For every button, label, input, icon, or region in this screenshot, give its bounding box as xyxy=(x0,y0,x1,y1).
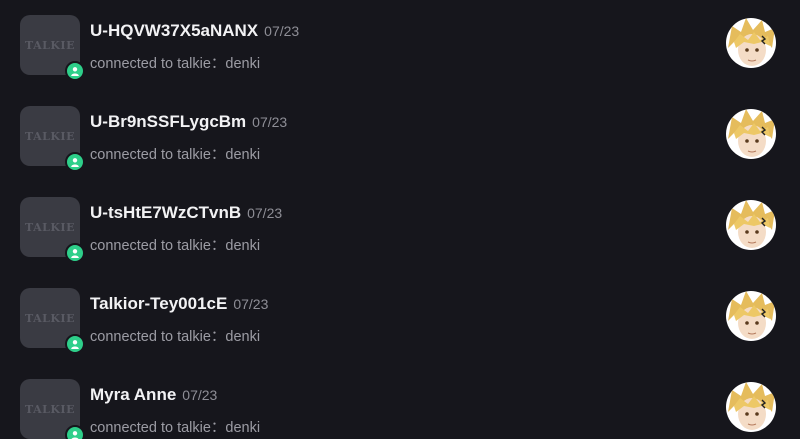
online-status-icon xyxy=(65,152,85,172)
contact-name: U-tsHtE7WzCTvnB xyxy=(90,203,242,222)
conversation-header: Myra Anne 07/23 xyxy=(90,385,217,405)
character-avatar[interactable] xyxy=(726,291,776,341)
message-date: 07/23 xyxy=(247,205,283,221)
conversation-row[interactable]: TALKIE U-Br9nSSFLygcBm 07/23 connected t… xyxy=(0,91,800,182)
talkie-logo-text: TALKIE xyxy=(25,402,75,416)
conversation-header: U-tsHtE7WzCTvnB 07/23 xyxy=(90,203,282,223)
message-date: 07/23 xyxy=(252,114,288,130)
last-message: connected to talkie：denki xyxy=(90,56,261,72)
conversation-row[interactable]: TALKIE U-tsHtE7WzCTvnB 07/23 connected t… xyxy=(0,182,800,273)
message-date: 07/23 xyxy=(182,387,218,403)
contact-name: U-Br9nSSFLygcBm xyxy=(90,112,247,131)
talkie-logo-text: TALKIE xyxy=(25,38,75,52)
talkie-logo-text: TALKIE xyxy=(25,311,75,325)
conversation-header: Talkior-Tey001cE 07/23 xyxy=(90,294,268,314)
conversation-row[interactable]: TALKIE U-HQVW37X5aNANX 07/23 connected t… xyxy=(0,0,800,91)
last-message: connected to talkie：denki xyxy=(90,420,261,436)
contact-name: Myra Anne xyxy=(90,385,177,404)
character-avatar[interactable] xyxy=(726,18,776,68)
conversation-header: U-HQVW37X5aNANX 07/23 xyxy=(90,21,299,41)
talkie-logo-text: TALKIE xyxy=(25,129,75,143)
character-avatar[interactable] xyxy=(726,109,776,159)
last-message: connected to talkie：denki xyxy=(90,329,261,345)
conversation-list: TALKIE U-HQVW37X5aNANX 07/23 connected t… xyxy=(0,0,800,439)
online-status-icon xyxy=(65,425,85,439)
conversation-row[interactable]: TALKIE Talkior-Tey001cE 07/23 connected … xyxy=(0,273,800,364)
character-avatar[interactable] xyxy=(726,200,776,250)
last-message: connected to talkie：denki xyxy=(90,147,261,163)
conversation-header: U-Br9nSSFLygcBm 07/23 xyxy=(90,112,287,132)
online-status-icon xyxy=(65,334,85,354)
character-avatar[interactable] xyxy=(726,382,776,432)
conversation-row[interactable]: TALKIE Myra Anne 07/23 connected to talk… xyxy=(0,364,800,439)
contact-name: Talkior-Tey001cE xyxy=(90,294,228,313)
online-status-icon xyxy=(65,243,85,263)
message-date: 07/23 xyxy=(233,296,269,312)
online-status-icon xyxy=(65,61,85,81)
talkie-logo-text: TALKIE xyxy=(25,220,75,234)
contact-name: U-HQVW37X5aNANX xyxy=(90,21,259,40)
message-date: 07/23 xyxy=(264,23,300,39)
last-message: connected to talkie：denki xyxy=(90,238,261,254)
